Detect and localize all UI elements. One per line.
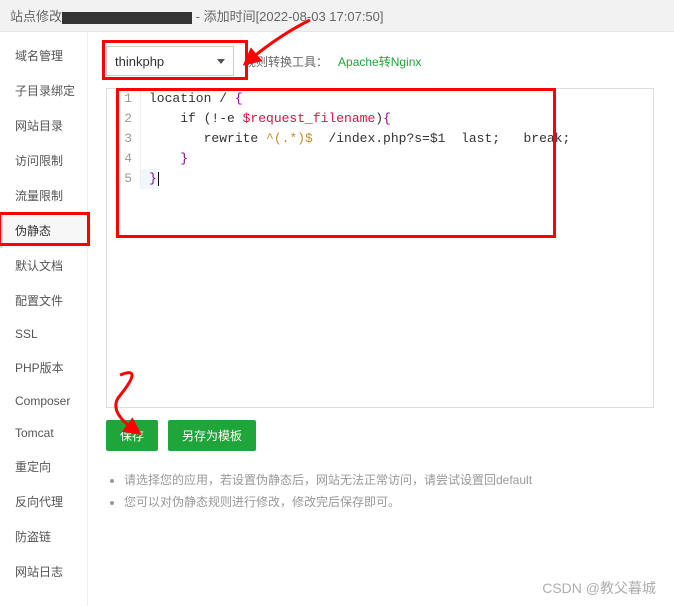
rewrite-editor[interactable]: 1 location / { 2 if (!-e $request_filena… — [106, 88, 654, 408]
dialog-header: 站点修改 - 添加时间[2022-08-03 17:07:50] — [0, 0, 674, 32]
hints-list: 请选择您的应用，若设置伪静态后，网站无法正常访问，请尝试设置回default 您… — [106, 469, 654, 513]
toolbar: thinkphp 规则转换工具： Apache转Nginx — [106, 46, 654, 76]
sidebar-item-webdir[interactable]: 网站目录 — [0, 108, 87, 143]
sidebar-item-defaultdoc[interactable]: 默认文档 — [0, 248, 87, 283]
save-button[interactable]: 保存 — [106, 420, 158, 451]
sidebar-item-logs[interactable]: 网站日志 — [0, 554, 87, 589]
line-number: 2 — [107, 109, 141, 129]
sidebar-item-proxy[interactable]: 反向代理 — [0, 484, 87, 519]
sidebar-item-hotlink[interactable]: 防盗链 — [0, 519, 87, 554]
header-prefix: 站点修改 — [10, 9, 62, 24]
line-number: 5 — [107, 169, 141, 189]
code-line: } — [141, 169, 159, 189]
apache-to-nginx-link[interactable]: Apache转Nginx — [338, 53, 421, 70]
redacted-site-name — [62, 12, 192, 24]
code-line: rewrite ^(.*)$ /index.php?s=$1 last; bre… — [141, 129, 570, 149]
sidebar-item-config[interactable]: 配置文件 — [0, 283, 87, 318]
sidebar-item-access[interactable]: 访问限制 — [0, 143, 87, 178]
action-bar: 保存 另存为模板 — [106, 420, 654, 451]
main-panel: thinkphp 规则转换工具： Apache转Nginx 1 location… — [88, 32, 674, 606]
sidebar-item-rewrite[interactable]: 伪静态 — [0, 213, 87, 248]
hint-item: 请选择您的应用，若设置伪静态后，网站无法正常访问，请尝试设置回default — [124, 469, 654, 491]
sidebar-item-subdir[interactable]: 子目录绑定 — [0, 73, 87, 108]
line-number: 3 — [107, 129, 141, 149]
template-select[interactable]: thinkphp — [106, 46, 234, 76]
sidebar-item-traffic[interactable]: 流量限制 — [0, 178, 87, 213]
code-line: if (!-e $request_filename){ — [141, 109, 391, 129]
sidebar-item-ssl[interactable]: SSL — [0, 318, 87, 350]
hint-item: 您可以对伪静态规则进行修改，修改完后保存即可。 — [124, 491, 654, 513]
template-select-value: thinkphp — [115, 54, 164, 69]
text-cursor — [158, 172, 159, 186]
sidebar-item-redirect[interactable]: 重定向 — [0, 449, 87, 484]
code-line: } — [141, 149, 188, 169]
sidebar-item-tomcat[interactable]: Tomcat — [0, 417, 87, 449]
line-number: 4 — [107, 149, 141, 169]
sidebar-item-composer[interactable]: Composer — [0, 385, 87, 417]
line-number: 1 — [107, 89, 141, 109]
code-line: location / { — [141, 89, 243, 109]
convert-label: 规则转换工具： — [244, 53, 328, 70]
save-as-template-button[interactable]: 另存为模板 — [168, 420, 256, 451]
chevron-down-icon — [217, 59, 225, 64]
sidebar-item-php[interactable]: PHP版本 — [0, 350, 87, 385]
sidebar-item-domain[interactable]: 域名管理 — [0, 38, 87, 73]
sidebar: 域名管理 子目录绑定 网站目录 访问限制 流量限制 伪静态 默认文档 配置文件 … — [0, 32, 88, 606]
header-suffix: - 添加时间[2022-08-03 17:07:50] — [192, 9, 384, 24]
